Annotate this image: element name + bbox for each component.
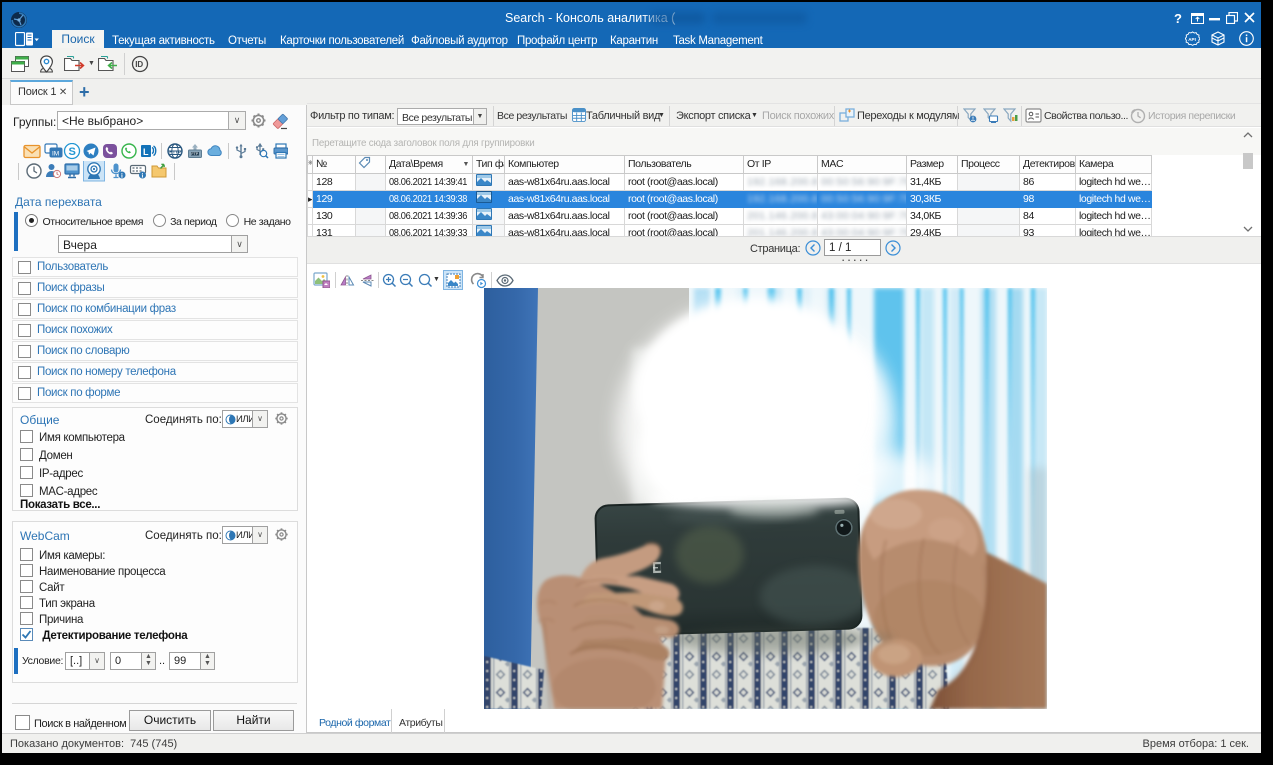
svg-text:i: i bbox=[121, 173, 123, 180]
svg-text:IM: IM bbox=[52, 151, 59, 158]
svg-text:i: i bbox=[142, 173, 144, 180]
svg-text:S: S bbox=[69, 146, 76, 158]
svg-text:L: L bbox=[143, 147, 149, 157]
svg-text:FTP: FTP bbox=[191, 152, 198, 156]
svg-text:ID: ID bbox=[135, 60, 143, 69]
svg-text:API: API bbox=[1188, 37, 1196, 42]
svg-text:HTTP: HTTP bbox=[169, 150, 181, 155]
